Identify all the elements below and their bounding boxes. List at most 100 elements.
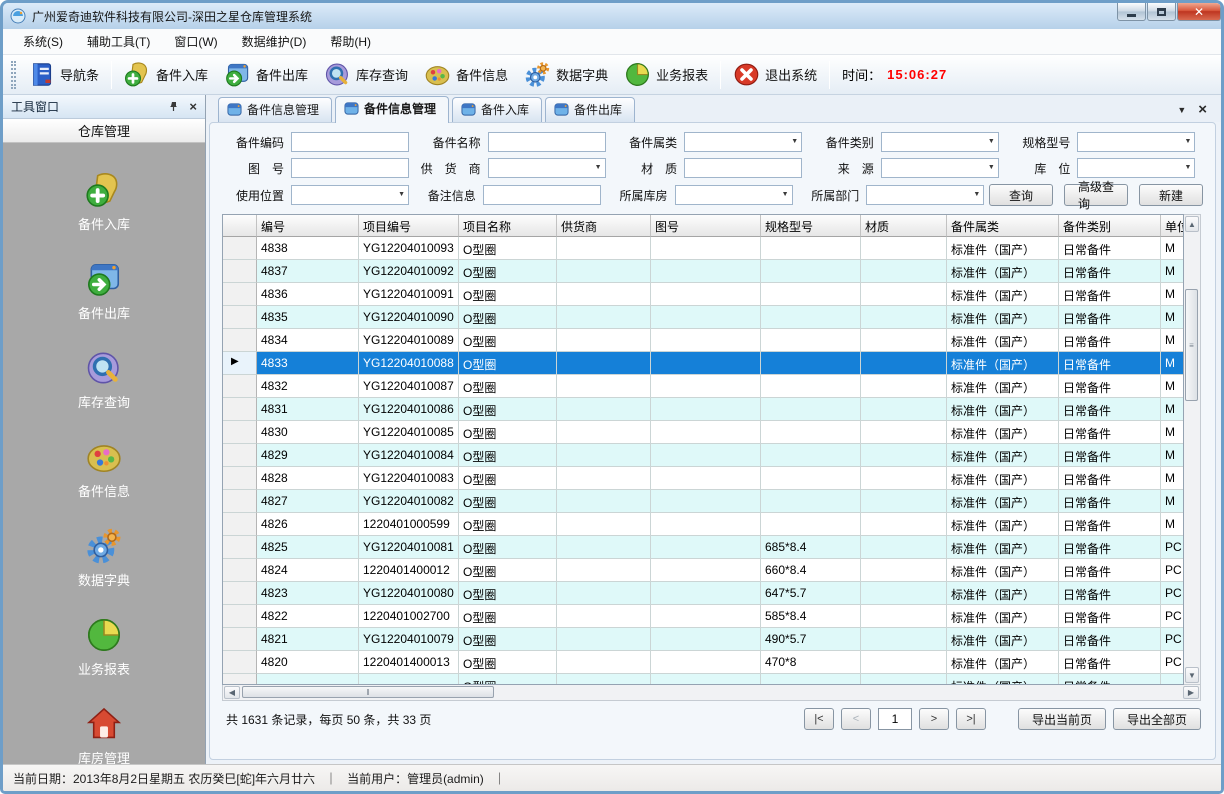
row-selector-cell[interactable] (223, 605, 257, 628)
search-select-r0c2[interactable] (684, 132, 802, 152)
prev-page-button[interactable]: < (841, 708, 871, 730)
table-row[interactable]: 4838YG12204010093O型圈标准件（国产）日常备件M (223, 237, 1183, 260)
search-input-r2c1[interactable] (483, 185, 601, 205)
maximize-button[interactable] (1147, 3, 1176, 21)
grid-header-cell[interactable]: 项目名称 (459, 215, 557, 237)
row-selector-cell[interactable] (223, 559, 257, 582)
search-input-r1c0[interactable] (291, 158, 409, 178)
vertical-scroll-thumb[interactable]: ≡ (1185, 289, 1198, 401)
toolbar-item-parts-in[interactable]: 备件入库 (116, 59, 216, 90)
toolbar-item-parts-out[interactable]: 备件出库 (216, 59, 316, 90)
row-selector-cell[interactable] (223, 237, 257, 260)
search-select-r2c0[interactable] (291, 185, 409, 205)
search-select-r1c4[interactable] (1077, 158, 1195, 178)
pin-icon[interactable] (168, 101, 179, 112)
row-selector-cell[interactable] (223, 674, 257, 684)
table-row[interactable]: 4830YG12204010085O型圈标准件（国产）日常备件M (223, 421, 1183, 444)
menu-item-0[interactable]: 系统(S) (11, 29, 75, 54)
scroll-left-icon[interactable]: ◀ (224, 686, 240, 699)
table-row[interactable]: 4835YG12204010090O型圈标准件（国产）日常备件M (223, 306, 1183, 329)
row-selector-cell[interactable] (223, 283, 257, 306)
search-input-r0c0[interactable] (291, 132, 409, 152)
table-row[interactable]: 4829YG12204010084O型圈标准件（国产）日常备件M (223, 444, 1183, 467)
row-selector-cell[interactable] (223, 628, 257, 651)
vertical-scrollbar[interactable]: ▲ ≡ ▼ (1184, 214, 1201, 685)
scroll-right-icon[interactable]: ▶ (1183, 686, 1199, 699)
table-row[interactable]: 48201220401400013O型圈470*8标准件（国产）日常备件PC (223, 651, 1183, 674)
first-page-button[interactable]: |< (804, 708, 834, 730)
row-selector-cell[interactable] (223, 375, 257, 398)
horizontal-scroll-thumb[interactable]: ‖ (242, 686, 494, 698)
row-selector-cell[interactable] (223, 444, 257, 467)
toolbar-item-navbar[interactable]: 导航条 (20, 59, 107, 90)
row-selector-cell[interactable] (223, 421, 257, 444)
grid-header-cell[interactable]: 材质 (861, 215, 947, 237)
row-selector-cell[interactable] (223, 398, 257, 421)
table-row[interactable]: ▶4833YG12204010088O型圈标准件（国产）日常备件M (223, 352, 1183, 375)
tab-close-icon[interactable]: × (1198, 105, 1207, 115)
table-row[interactable]: O型圈标准件（国产）日常备件 (223, 674, 1183, 684)
table-row[interactable]: 4836YG12204010091O型圈标准件（国产）日常备件M (223, 283, 1183, 306)
toolbar-grip[interactable] (11, 61, 16, 89)
row-selector-cell[interactable] (223, 329, 257, 352)
search-input-r0c1[interactable] (488, 132, 606, 152)
row-selector-cell[interactable] (223, 306, 257, 329)
menu-item-3[interactable]: 数据维护(D) (230, 29, 319, 54)
grid-header-cell[interactable]: 规格型号 (761, 215, 861, 237)
row-selector-cell[interactable] (223, 536, 257, 559)
sidebar-item-parts-in[interactable]: 备件入库 (78, 171, 130, 233)
table-row[interactable]: 4831YG12204010086O型圈标准件（国产）日常备件M (223, 398, 1183, 421)
grid-header-cell[interactable]: 编号 (257, 215, 359, 237)
search-select-r2c3[interactable] (866, 185, 984, 205)
grid-header-cell[interactable]: 单位 (1161, 215, 1184, 237)
vertical-scroll-track[interactable]: ≡ (1184, 233, 1200, 666)
tab-3[interactable]: 备件出库 (545, 97, 635, 122)
table-row[interactable]: 4837YG12204010092O型圈标准件（国产）日常备件M (223, 260, 1183, 283)
scroll-up-icon[interactable]: ▲ (1185, 216, 1199, 232)
toolbar-item-stock-query[interactable]: 库存查询 (316, 59, 416, 90)
sidebar-item-stock-query[interactable]: 库存查询 (78, 349, 130, 411)
grid-header-cell[interactable]: 备件属类 (947, 215, 1059, 237)
scroll-down-icon[interactable]: ▼ (1185, 667, 1199, 683)
toolbar-item-exit[interactable]: 退出系统 (725, 59, 825, 90)
sidebar-item-parts-out[interactable]: 备件出库 (78, 260, 130, 322)
query-button[interactable]: 查询 (989, 184, 1053, 206)
toolbar-item-parts-info[interactable]: 备件信息 (416, 59, 516, 90)
export-all-pages-button[interactable]: 导出全部页 (1113, 708, 1201, 730)
row-selector-cell[interactable]: ▶ (223, 352, 257, 375)
row-selector-cell[interactable] (223, 490, 257, 513)
last-page-button[interactable]: >| (956, 708, 986, 730)
row-selector-cell[interactable] (223, 260, 257, 283)
horizontal-scrollbar[interactable]: ◀ ‖ ▶ (222, 685, 1201, 701)
grid-header-cell[interactable]: 备件类别 (1059, 215, 1161, 237)
grid-header-cell[interactable]: 图号 (651, 215, 761, 237)
table-row[interactable]: 48221220401002700O型圈585*8.4标准件（国产）日常备件PC (223, 605, 1183, 628)
close-button[interactable]: ✕ (1177, 3, 1221, 21)
table-row[interactable]: 4832YG12204010087O型圈标准件（国产）日常备件M (223, 375, 1183, 398)
search-select-r1c3[interactable] (881, 158, 999, 178)
search-select-r0c3[interactable] (881, 132, 999, 152)
table-row[interactable]: 4834YG12204010089O型圈标准件（国产）日常备件M (223, 329, 1183, 352)
tab-1[interactable]: 备件信息管理 (335, 96, 449, 123)
sidebar-item-report[interactable]: 业务报表 (78, 616, 130, 678)
row-selector-cell[interactable] (223, 582, 257, 605)
table-row[interactable]: 48241220401400012O型圈660*8.4标准件（国产）日常备件PC (223, 559, 1183, 582)
grid-header-cell[interactable]: 供货商 (557, 215, 651, 237)
advanced-query-button[interactable]: 高级查询 (1064, 184, 1128, 206)
sidebar-item-warehouse[interactable]: 库房管理 (78, 705, 130, 767)
menu-item-1[interactable]: 辅助工具(T) (75, 29, 162, 54)
menu-item-2[interactable]: 窗口(W) (162, 29, 229, 54)
table-row[interactable]: 4823YG12204010080O型圈647*5.7标准件（国产）日常备件PC (223, 582, 1183, 605)
row-selector-cell[interactable] (223, 513, 257, 536)
next-page-button[interactable]: > (919, 708, 949, 730)
table-row[interactable]: 4821YG12204010079O型圈490*5.7标准件（国产）日常备件PC (223, 628, 1183, 651)
export-current-page-button[interactable]: 导出当前页 (1018, 708, 1106, 730)
minimize-button[interactable] (1117, 3, 1146, 21)
search-select-r0c4[interactable] (1077, 132, 1195, 152)
row-selector-cell[interactable] (223, 467, 257, 490)
toolbar-item-data-dict[interactable]: 数据字典 (516, 59, 616, 90)
search-select-r2c2[interactable] (675, 185, 793, 205)
sidebar-close-icon[interactable]: × (189, 99, 197, 114)
menu-item-4[interactable]: 帮助(H) (318, 29, 383, 54)
table-row[interactable]: 4828YG12204010083O型圈标准件（国产）日常备件M (223, 467, 1183, 490)
